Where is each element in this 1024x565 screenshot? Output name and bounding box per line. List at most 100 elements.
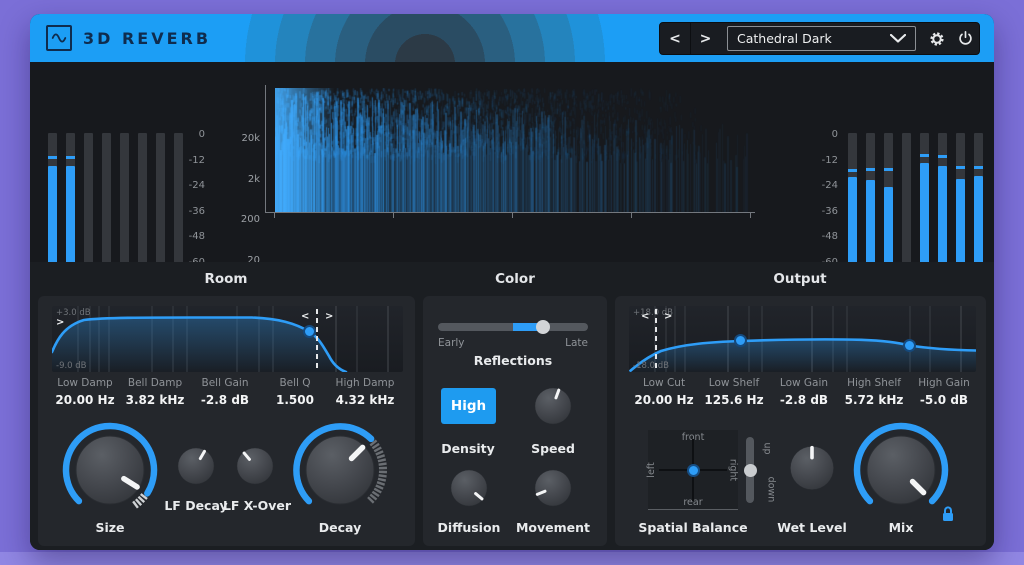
room-eq-node[interactable]	[303, 325, 316, 338]
param-value[interactable]: 20.00 Hz	[629, 393, 699, 407]
freq-tick: 20k	[180, 133, 260, 144]
movement-knob[interactable]	[533, 468, 573, 512]
cursor-left-arrow-icon[interactable]: <	[301, 312, 309, 322]
impulse-response-display	[275, 88, 750, 212]
density-high-button[interactable]: High	[441, 388, 496, 424]
x-tick	[274, 213, 275, 218]
param-name: Bell Damp	[120, 377, 190, 389]
cursor-right-arrow-icon[interactable]: >	[664, 312, 672, 322]
param-value[interactable]: -5.0 dB	[909, 393, 979, 407]
color-section-title: Color	[495, 271, 535, 287]
preset-prev-button[interactable]: <	[660, 23, 690, 54]
param-name: High Damp	[330, 377, 400, 389]
low-cut-cursor[interactable]	[655, 309, 657, 372]
room-params: Low Damp 20.00 Hz Bell Damp 3.82 kHz Bell …	[50, 377, 400, 407]
param-name: High Gain	[909, 377, 979, 389]
output-eq-curve	[629, 306, 976, 372]
elevation-up-label: up	[762, 442, 773, 454]
plugin-title: 3D REVERB	[83, 14, 211, 62]
elevation-slider-handle[interactable]	[744, 464, 757, 477]
param-value[interactable]: 4.32 kHz	[330, 393, 400, 407]
param-value[interactable]: 5.72 kHz	[839, 393, 909, 407]
power-button[interactable]	[951, 23, 979, 54]
x-tick	[393, 213, 394, 218]
preset-next-button[interactable]: >	[690, 23, 720, 54]
param-value[interactable]: 1.500	[260, 393, 330, 407]
chevron-down-icon	[890, 34, 906, 43]
mix-label: Mix	[889, 520, 914, 535]
desktop-background: 3D REVERB < > Cathedral Dark	[0, 0, 1024, 565]
mix-knob[interactable]	[851, 420, 951, 524]
speed-knob[interactable]	[533, 386, 573, 430]
room-eq-graph: +3.0 dB -9.0 dB > < >	[52, 306, 403, 372]
reflections-slider[interactable]	[438, 323, 588, 331]
reflections-slider-handle[interactable]	[536, 320, 550, 334]
x-tick	[512, 213, 513, 218]
density-label: Density	[441, 441, 495, 456]
meter-scale-tick: -48	[813, 231, 838, 242]
settings-button[interactable]	[923, 23, 951, 54]
output-eq-graph: +18.0 dB -18.0 dB < >	[629, 306, 976, 372]
output-meter-scale: 0-12-24-36-48-60	[813, 129, 838, 268]
mix-lock-icon[interactable]	[941, 506, 955, 522]
lf-decay-knob[interactable]	[176, 446, 216, 490]
graph-min-label: -9.0 dB	[56, 361, 87, 371]
param-name: Bell Gain	[190, 377, 260, 389]
room-panel: +3.0 dB -9.0 dB > < > Low Damp 20.00 Hz B…	[38, 296, 415, 546]
y-axis-line	[265, 85, 266, 213]
gear-icon	[929, 31, 945, 47]
cursor-left-arrow-icon[interactable]: <	[641, 312, 649, 322]
param-name: Low Shelf	[699, 377, 769, 389]
param-name: Low Gain	[769, 377, 839, 389]
spatial-balance-handle[interactable]	[687, 464, 700, 477]
lf-decay-label: LF Decay	[164, 498, 227, 513]
output-section-title: Output	[773, 271, 826, 287]
size-label: Size	[95, 520, 124, 535]
plugin-window: 3D REVERB < > Cathedral Dark	[30, 14, 994, 550]
param-value[interactable]: 3.82 kHz	[120, 393, 190, 407]
low-shelf-node[interactable]	[734, 334, 747, 347]
wet-level-label: Wet Level	[777, 520, 847, 535]
reflections-label: Reflections	[474, 353, 552, 368]
param-value[interactable]: -2.8 dB	[769, 393, 839, 407]
frequency-axis-labels: 20k 2k 200 20	[180, 133, 260, 266]
visualizer-section: LRCLfeLssRssLrsRrs 0-12-24-36-48-60 20k …	[30, 62, 994, 262]
high-shelf-node[interactable]	[903, 339, 916, 352]
left-edge-handle-icon[interactable]: >	[56, 318, 64, 328]
x-tick	[631, 213, 632, 218]
preset-selector[interactable]: Cathedral Dark	[727, 26, 916, 51]
spatial-balance-label: Spatial Balance	[638, 520, 747, 535]
lf-xover-knob[interactable]	[235, 446, 275, 490]
param-value[interactable]: 20.00 Hz	[50, 393, 120, 407]
x-tick	[750, 213, 751, 218]
power-icon	[958, 31, 973, 46]
param-name: High Shelf	[839, 377, 909, 389]
output-params: Low Cut 20.00 Hz Low Shelf 125.6 Hz Low Ga…	[629, 377, 979, 407]
param-name: Low Cut	[629, 377, 699, 389]
reflections-min-label: Early	[438, 337, 465, 349]
diffusion-knob[interactable]	[449, 468, 489, 512]
color-panel: Early Late Reflections High Density Spee…	[423, 296, 607, 546]
size-knob[interactable]	[60, 420, 160, 524]
high-damp-cursor[interactable]	[316, 309, 318, 372]
spatial-balance-pad[interactable]: front rear left right	[648, 430, 738, 510]
elevation-slider[interactable]	[746, 437, 754, 503]
wet-level-knob[interactable]	[788, 444, 836, 496]
lf-xover-label: LF X-Over	[223, 498, 291, 513]
x-axis-line	[265, 212, 755, 213]
speed-label: Speed	[531, 441, 575, 456]
param-value[interactable]: 125.6 Hz	[699, 393, 769, 407]
reflections-max-label: Late	[565, 337, 588, 349]
meter-scale-tick: -36	[813, 206, 838, 217]
decay-label: Decay	[319, 520, 361, 535]
meter-scale-tick: -24	[813, 180, 838, 191]
decay-knob[interactable]	[290, 420, 390, 524]
param-name: Low Damp	[50, 377, 120, 389]
param-name: Bell Q	[260, 377, 330, 389]
room-eq-curve	[52, 306, 403, 372]
freq-tick: 2k	[180, 174, 260, 185]
cursor-right-arrow-icon[interactable]: >	[325, 312, 333, 322]
preset-name: Cathedral Dark	[737, 31, 890, 46]
param-value[interactable]: -2.8 dB	[190, 393, 260, 407]
meter-scale-tick: 0	[813, 129, 838, 140]
